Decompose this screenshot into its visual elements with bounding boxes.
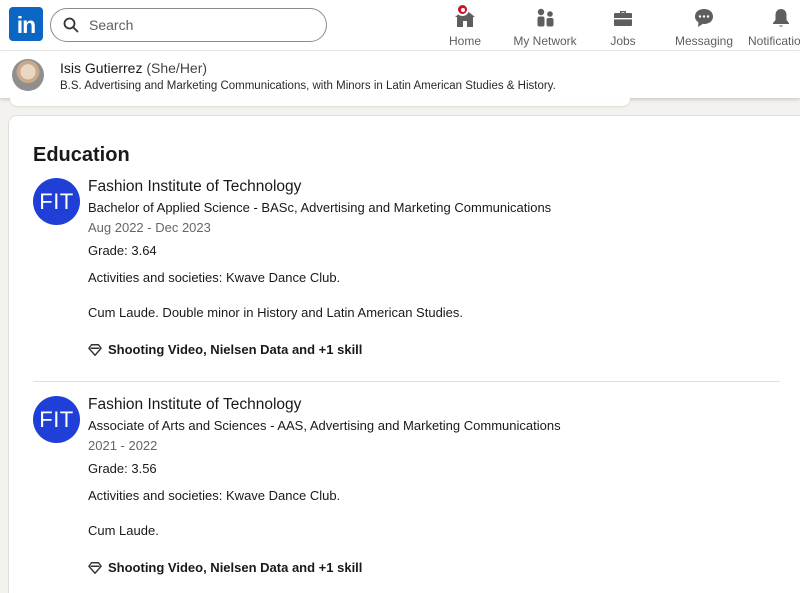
school-logo[interactable]: FIT xyxy=(33,396,80,443)
date-range: Aug 2022 - Dec 2023 xyxy=(88,220,211,235)
nav-notifications[interactable]: Notifications xyxy=(748,4,800,48)
description: Cum Laude. xyxy=(88,523,159,538)
profile-name: Isis Gutierrez xyxy=(60,60,143,76)
profile-name-line: Isis Gutierrez (She/Her) xyxy=(60,60,207,76)
activities: Activities and societies: Kwave Dance Cl… xyxy=(88,488,341,503)
nav-jobs[interactable]: Jobs xyxy=(604,4,642,48)
home-icon xyxy=(442,3,488,30)
date-range: 2021 - 2022 xyxy=(88,438,158,453)
nav-home-label: Home xyxy=(448,34,481,48)
description: Cum Laude. Double minor in History and L… xyxy=(88,305,464,320)
school-name[interactable]: Fashion Institute of Technology xyxy=(88,178,551,198)
messaging-icon xyxy=(672,6,736,30)
skills-link[interactable]: Shooting Video, Nielsen Data and +1 skil… xyxy=(88,342,551,357)
top-nav: in Home My Network xyxy=(0,0,800,51)
sticky-profile-bar: Isis Gutierrez (She/Her) B.S. Advertisin… xyxy=(0,51,800,98)
nav-home[interactable]: Home xyxy=(442,3,488,48)
profile-headline: B.S. Advertising and Marketing Communica… xyxy=(60,80,556,92)
skills-text: Shooting Video, Nielsen Data and +1 skil… xyxy=(108,560,363,575)
section-title: Education xyxy=(33,144,130,166)
avatar[interactable] xyxy=(12,59,44,91)
skills-link[interactable]: Shooting Video, Nielsen Data and +1 skil… xyxy=(88,560,561,575)
bell-icon xyxy=(769,6,793,30)
diamond-icon xyxy=(88,343,102,356)
degree: Associate of Arts and Sciences - AAS, Ad… xyxy=(88,418,561,433)
school-logo[interactable]: FIT xyxy=(33,178,80,225)
nav-messaging[interactable]: Messaging xyxy=(672,4,736,48)
previous-card-edge xyxy=(10,98,630,106)
nav-my-network-label: My Network xyxy=(513,34,577,48)
briefcase-icon xyxy=(604,6,642,30)
search-icon xyxy=(63,17,79,33)
linkedin-logo[interactable]: in xyxy=(9,7,43,41)
nav-jobs-label: Jobs xyxy=(610,34,636,48)
skills-text: Shooting Video, Nielsen Data and +1 skil… xyxy=(108,342,363,357)
grade: Grade: 3.64 xyxy=(88,243,157,258)
network-icon xyxy=(509,6,581,30)
entry-divider xyxy=(33,381,780,382)
activities: Activities and societies: Kwave Dance Cl… xyxy=(88,270,341,285)
nav-notifications-label: Notifications xyxy=(748,34,800,48)
grade: Grade: 3.56 xyxy=(88,461,157,476)
degree: Bachelor of Applied Science - BASc, Adve… xyxy=(88,200,552,215)
search-box[interactable] xyxy=(50,8,327,42)
education-section: Education FIT Fashion Institute of Techn… xyxy=(9,116,800,593)
search-input[interactable] xyxy=(89,15,309,35)
notification-badge xyxy=(456,3,469,16)
profile-pronouns: (She/Her) xyxy=(146,60,208,76)
school-name[interactable]: Fashion Institute of Technology xyxy=(88,396,561,416)
diamond-icon xyxy=(88,561,102,574)
nav-messaging-label: Messaging xyxy=(674,34,734,48)
nav-my-network[interactable]: My Network xyxy=(509,4,581,48)
